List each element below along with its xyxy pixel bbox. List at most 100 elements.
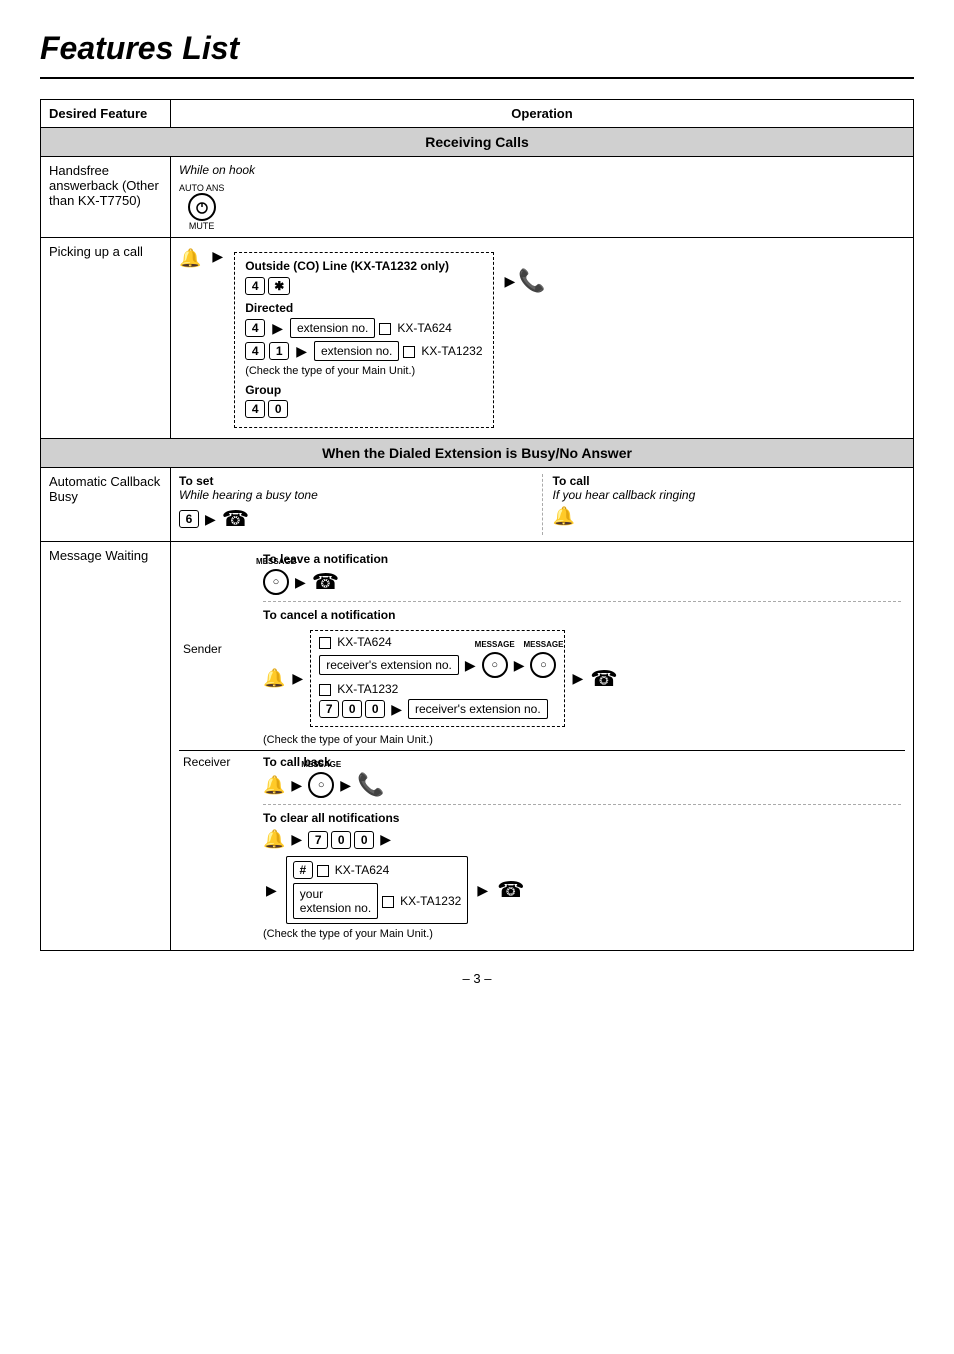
ext-no-2: extension no. (314, 341, 399, 361)
cancel-1232-row: KX-TA1232 (319, 682, 556, 696)
op-message-waiting: Sender To leave a notification MESSAGE ○… (171, 542, 914, 951)
handset-cancel-icon: ☎ (590, 666, 617, 692)
feature-callback: Automatic Callback Busy (41, 468, 171, 542)
recv-ext-no: receiver's extension no. (319, 655, 459, 675)
arrow1: ▶ (212, 248, 223, 265)
key-hash: # (293, 861, 313, 879)
key-0-cl2: 0 (354, 831, 374, 849)
auto-ans-label: AUTO ANS (179, 183, 224, 193)
bell-icon: 🔔 (179, 248, 201, 269)
key-4-d1: 4 (245, 319, 265, 337)
cancel-624-row: KX-TA624 (319, 635, 556, 649)
cb-1232 (403, 344, 417, 358)
arrow-clear2: ▶ (380, 831, 391, 848)
msg-label-c2: MESSAGE (523, 640, 563, 649)
msg-btn-leave: MESSAGE ○ (263, 569, 289, 595)
msg-btn-cb: MESSAGE ○ (308, 772, 334, 798)
to-clear-label: To clear all notifications (263, 811, 901, 825)
msg-circle-c2: ○ (530, 652, 556, 678)
arrow-clear4: ▶ (477, 882, 488, 899)
call-back-row: 🔔 ▶ MESSAGE ○ ▶ 📞 (263, 772, 901, 798)
clear-row-2: ▶ # KX-TA624 yourextension no. (263, 856, 901, 924)
handset-clear-icon: ☎ (497, 877, 524, 903)
page-title: Features List (40, 30, 914, 67)
divider-notif (263, 601, 901, 602)
clear-ext-row: yourextension no. KX-TA1232 (293, 883, 462, 919)
clear-bracket: # KX-TA624 yourextension no. KX-TA1232 (286, 856, 469, 924)
bell-clear-icon: 🔔 (263, 829, 285, 850)
section-busy-no-answer: When the Dialed Extension is Busy/No Ans… (41, 439, 914, 468)
outside-co-label: Outside (CO) Line (KX-TA1232 only) (245, 259, 482, 273)
kx-ta1232-clear: KX-TA1232 (400, 894, 461, 908)
callback-two-col: To set While hearing a busy tone 6 ▶ ☎ T… (179, 474, 905, 535)
col2-header: Operation (171, 100, 914, 128)
key-7-cl: 7 (308, 831, 328, 849)
arrow-cb-set: ▶ (205, 511, 216, 528)
cb-ta624-clear (317, 863, 331, 877)
receiver-ops-cell: To call back 🔔 ▶ MESSAGE ○ ▶ 📞 (259, 751, 905, 945)
outside-co-row: 4 ✱ (245, 277, 482, 295)
cb-624-cancel (319, 635, 333, 649)
cb-624 (379, 321, 393, 335)
arrow-clear1: ▶ (291, 831, 302, 848)
callback-set-row: 6 ▶ ☎ (179, 506, 532, 532)
kx-ta1232-cancel: KX-TA1232 (337, 682, 398, 696)
auto-ans-btn (188, 193, 216, 221)
key-0-cl1: 0 (331, 831, 351, 849)
your-ext-no: yourextension no. (293, 883, 378, 919)
clear-row-1: 🔔 ▶ 7 0 0 ▶ (263, 829, 901, 850)
msg-btn-cancel2: MESSAGE ○ (530, 652, 556, 678)
msg-label-c1: MESSAGE (475, 640, 515, 649)
sender-row: Sender To leave a notification MESSAGE ○… (179, 548, 905, 751)
clear-hash-row: # KX-TA624 (293, 861, 462, 879)
arrow-clear3: ▶ (266, 882, 277, 899)
handset-on-hook-icon: ☎ (222, 506, 249, 532)
kx-ta624-label1: KX-TA624 (397, 321, 451, 335)
msg-label-cb: MESSAGE (301, 760, 341, 769)
sender-receiver-table: Sender To leave a notification MESSAGE ○… (179, 548, 905, 944)
key-4-d2: 4 (245, 342, 265, 360)
while-hearing-label: While hearing a busy tone (179, 488, 532, 502)
op-pickup: 🔔 ▶ Outside (CO) Line (KX-TA1232 only) 4… (171, 238, 914, 439)
phone-answer-cb-icon: 📞 (357, 772, 384, 798)
while-on-hook-label: While on hook (179, 163, 905, 177)
key-star-co: ✱ (268, 277, 290, 295)
key-1-d2: 1 (269, 342, 289, 360)
directed-1232-row: 4 1 ▶ extension no. KX-TA1232 (245, 341, 482, 361)
msg-btn-cancel1: MESSAGE ○ (482, 652, 508, 678)
arrow-d1: ▶ (272, 320, 283, 337)
callback-call-row: 🔔 (553, 506, 906, 527)
group-label: Group (245, 383, 482, 397)
recv-ext-no-1232: receiver's extension no. (408, 699, 548, 719)
key-7-c: 7 (319, 700, 339, 718)
kx-ta624-clear: KX-TA624 (335, 863, 389, 877)
cancel-ext-row: receiver's extension no. ▶ MESSAGE ○ ▶ (319, 652, 556, 678)
callback-call-col: To call If you hear callback ringing 🔔 (543, 474, 906, 535)
kx-ta1232-label1: KX-TA1232 (421, 344, 482, 358)
feature-pickup: Picking up a call (41, 238, 171, 439)
key-4-g: 4 (245, 400, 265, 418)
cb-ta1232-clear (382, 894, 396, 908)
check-main-2: (Check the type of your Main Unit.) (263, 734, 901, 746)
sender-label: Sender (183, 642, 222, 656)
row-pickup: Picking up a call 🔔 ▶ Outside (CO) Line … (41, 238, 914, 439)
arrow-cb1: ▶ (291, 777, 302, 794)
check-main-unit-1: (Check the type of your Main Unit.) (245, 365, 482, 377)
arrow-d2: ▶ (296, 343, 307, 360)
arrow-leave: ▶ (295, 574, 306, 591)
pickup-result: ▶ 📞 (502, 268, 546, 294)
section-receiving-calls: Receiving Calls (41, 128, 914, 157)
receiver-label: Receiver (183, 755, 230, 769)
check-main-3: (Check the type of your Main Unit.) (263, 928, 901, 940)
bell-cb-icon: 🔔 (553, 506, 575, 527)
op-callback: To set While hearing a busy tone 6 ▶ ☎ T… (171, 468, 914, 542)
receiver-row: Receiver To call back 🔔 ▶ MESSAGE ○ (179, 751, 905, 945)
cancel-notif-outer: 🔔 ▶ KX-TA624 receiver's extension no. (263, 626, 901, 731)
sender-label-cell: Sender (179, 548, 259, 751)
arrow-cancel-end: ▶ (572, 670, 583, 687)
key-4-co: 4 (245, 277, 265, 295)
arrow-msg1: ▶ (465, 657, 476, 674)
to-cancel-label: To cancel a notification (263, 608, 901, 622)
auto-ans-button-icon: AUTO ANS MUTE (179, 183, 224, 231)
to-set-label: To set (179, 474, 532, 488)
